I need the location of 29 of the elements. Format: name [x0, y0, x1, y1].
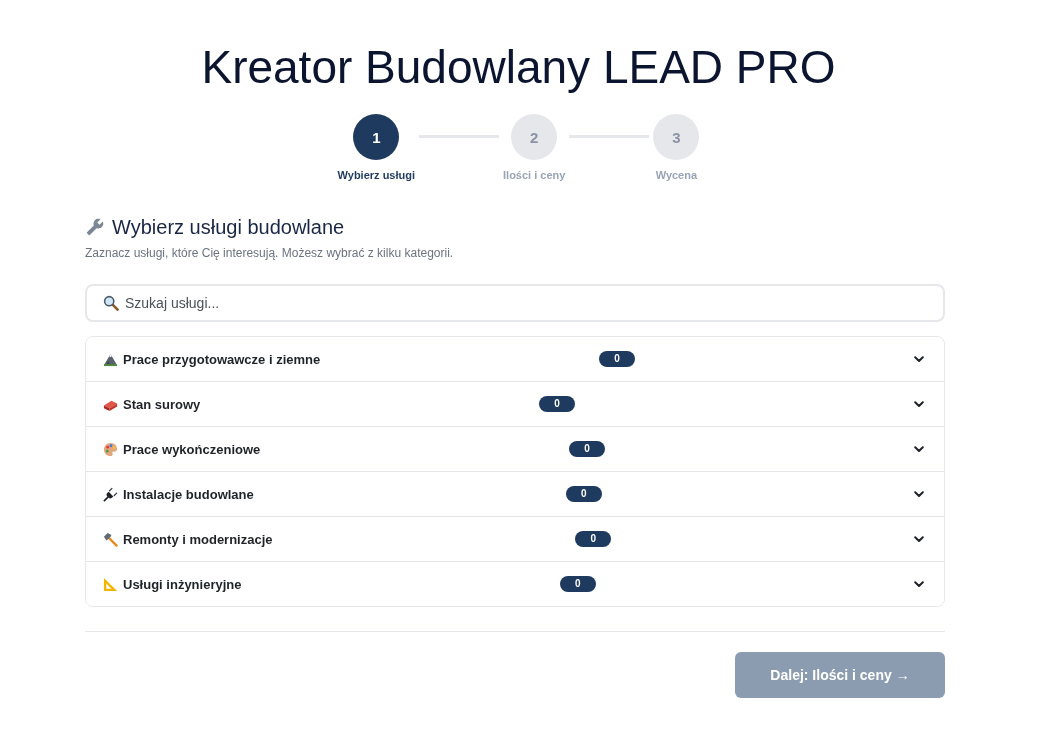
count-badge: 0 [569, 441, 606, 457]
step-number: 3 [653, 114, 700, 160]
search-field[interactable]: Szukaj usługi... [85, 284, 945, 322]
chevron-down-icon [914, 490, 924, 498]
wrench-icon [86, 218, 104, 236]
step-number: 2 [511, 114, 558, 160]
section-description: Zaznacz usługi, które Cię interesują. Możesz wybrać z kilku kategorii. [85, 245, 455, 261]
chevron-down-icon [914, 400, 924, 408]
step-number: 1 [353, 114, 400, 160]
count-badge: 0 [559, 576, 596, 592]
step-label: Wybierz usługi [337, 168, 415, 182]
chevron-down-icon [914, 535, 924, 543]
plug-icon [103, 486, 118, 502]
search-icon [103, 295, 119, 311]
count-badge: 0 [565, 486, 602, 502]
hammer-icon [103, 531, 118, 547]
count-badge: 0 [575, 531, 612, 547]
count-badge: 0 [539, 396, 576, 412]
palette-icon [103, 441, 118, 457]
step-label: Ilości i ceny [503, 168, 566, 182]
page-title: Kreator Budowlany LEAD PRO [200, 40, 837, 95]
step-label: Wycena [655, 168, 698, 182]
chevron-down-icon [914, 355, 924, 363]
mountain-icon [103, 351, 118, 367]
section-heading: Wybierz usługi budowlane [112, 215, 345, 239]
chevron-down-icon [914, 580, 924, 588]
category-row[interactable]: Usługi inżynieryjne 0 [86, 561, 944, 606]
chevron-down-icon [914, 445, 924, 453]
count-badge: 0 [599, 351, 636, 367]
